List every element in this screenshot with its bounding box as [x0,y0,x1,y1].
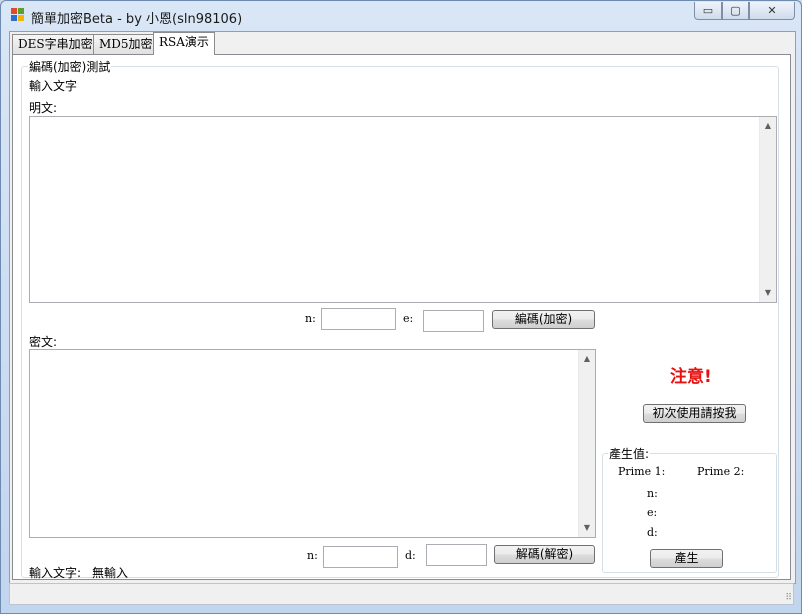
rsa-tab-page: 編碼(加密)測試 輸入文字 明文: ▲ ▼ n: e: 編碼(加密) 密文: ▲ [12,54,791,580]
prime2-label: Prime 2: [697,465,745,478]
warning-text: 注意! [670,367,712,387]
encode-group-caption: 編碼(加密)測試 [28,58,112,75]
ciphertext-textarea[interactable]: ▲ ▼ [29,349,596,538]
private-n-input[interactable] [323,546,398,568]
minimize-icon: ▭ [702,4,714,17]
first-use-button[interactable]: 初次使用請按我 [643,404,746,423]
ciphertext-scrollbar[interactable]: ▲ ▼ [578,350,595,537]
input-text-heading: 輸入文字 [29,79,78,93]
public-e-input[interactable] [423,310,484,332]
client-area: DES字串加密 MD5加密 RSA演示 編碼(加密)測試 輸入文字 明文: ▲ … [9,31,796,584]
input-status-value: 無輸入 [92,566,129,580]
ciphertext-label: 密文: [29,335,58,349]
tab-rsa-demo[interactable]: RSA演示 [153,32,215,55]
private-d-label: d: [405,549,416,562]
private-n-label: n: [307,549,318,562]
title-bar[interactable]: 簡單加密Beta - by 小恩(sln98106) ▭ ▢ ✕ [1,1,801,31]
scroll-up-icon[interactable]: ▲ [579,351,595,367]
status-bar: ⠿ [9,583,794,605]
plaintext-scrollbar[interactable]: ▲ ▼ [759,117,776,302]
minimize-button[interactable]: ▭ [694,2,722,20]
plaintext-label: 明文: [29,101,58,115]
close-button[interactable]: ✕ [749,2,795,20]
private-d-input[interactable] [426,544,487,566]
close-icon: ✕ [767,4,777,17]
window-title: 簡單加密Beta - by 小恩(sln98106) [31,12,243,27]
generate-button[interactable]: 產生 [650,549,723,568]
public-n-input[interactable] [321,308,396,330]
encode-button[interactable]: 編碼(加密) [492,310,595,329]
scroll-up-icon[interactable]: ▲ [760,118,776,134]
scroll-down-icon[interactable]: ▼ [760,285,776,301]
plaintext-textarea[interactable]: ▲ ▼ [29,116,777,303]
resize-grip-icon[interactable]: ⠿ [785,593,792,603]
generate-group-caption: 產生值: [608,445,651,462]
scroll-down-icon[interactable]: ▼ [579,520,595,536]
input-status-label: 輸入文字: [29,566,82,580]
app-window: 簡單加密Beta - by 小恩(sln98106) ▭ ▢ ✕ DES字串加密… [0,0,802,614]
maximize-icon: ▢ [730,4,741,17]
tab-des-string-encrypt[interactable]: DES字串加密 [12,34,99,54]
app-icon [11,8,24,21]
public-e-label: e: [403,312,414,325]
prime1-label: Prime 1: [618,465,666,478]
gen-e-label: e: [647,506,658,519]
maximize-button[interactable]: ▢ [722,2,749,20]
tab-md5-encrypt[interactable]: MD5加密 [93,34,159,54]
gen-n-label: n: [647,487,658,500]
public-n-label: n: [305,312,316,325]
gen-d-label: d: [647,526,658,539]
decode-button[interactable]: 解碼(解密) [494,545,595,564]
